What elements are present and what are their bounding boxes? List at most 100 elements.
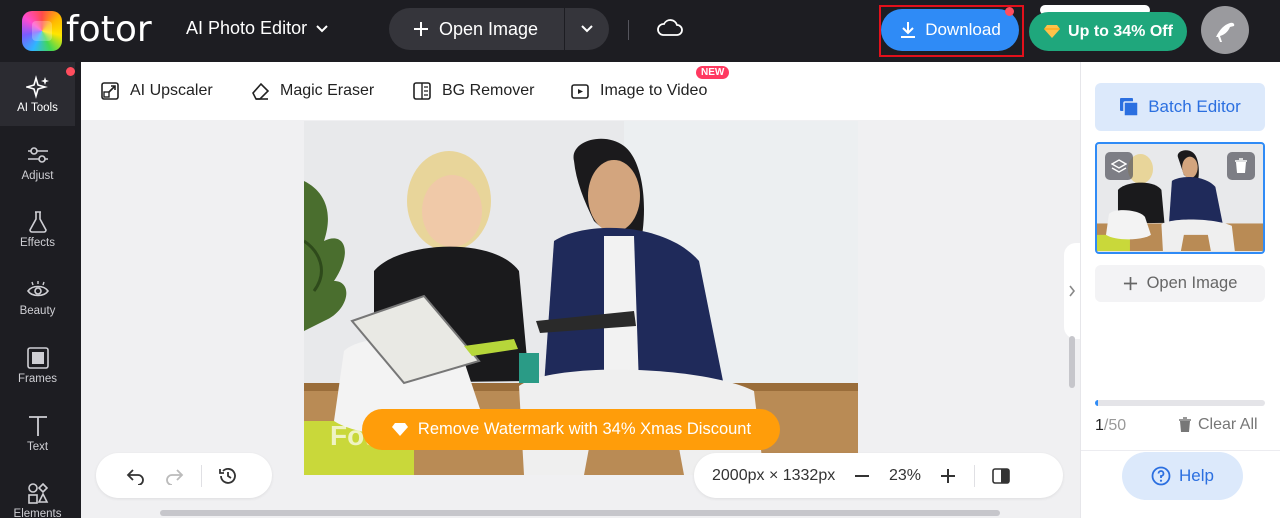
clear-all-button[interactable]: Clear All xyxy=(1178,416,1258,434)
sidebar-item-label: Frames xyxy=(18,372,57,385)
sidebar-item-label: Beauty xyxy=(19,304,56,317)
divider xyxy=(974,464,975,487)
bird-avatar-icon xyxy=(1216,22,1235,42)
notification-dot xyxy=(66,67,75,76)
sliders-icon xyxy=(27,146,48,163)
flask-icon xyxy=(28,210,47,233)
plus-icon xyxy=(941,468,955,483)
image-thumbnail[interactable] xyxy=(1095,142,1265,254)
sidebar-item-text[interactable]: Text xyxy=(0,401,75,465)
panel-collapse-button[interactable] xyxy=(1064,243,1080,339)
download-button[interactable]: Download xyxy=(881,9,1019,51)
zoom-level[interactable]: 23% xyxy=(882,467,928,485)
chevron-right-icon xyxy=(1069,285,1076,297)
clear-all-label: Clear All xyxy=(1198,416,1258,433)
trash-icon xyxy=(1235,158,1247,173)
open-image-label: Open Image xyxy=(439,18,539,39)
left-sidebar: AI Tools Adjust Effects Beauty Frames Te… xyxy=(0,62,81,518)
eraser-icon xyxy=(252,82,270,100)
sparkle-icon xyxy=(25,74,49,99)
download-icon xyxy=(901,22,916,38)
open-image-button[interactable]: Open Image xyxy=(389,8,565,50)
undo-icon xyxy=(126,468,144,485)
undo-button[interactable] xyxy=(115,456,155,496)
zoom-controls: 2000px × 1332px 23% xyxy=(694,453,1063,498)
minus-icon xyxy=(855,474,869,477)
help-button[interactable]: Help xyxy=(1122,452,1243,500)
sidebar-item-adjust[interactable]: Adjust xyxy=(0,130,75,194)
sidebar-item-effects[interactable]: Effects xyxy=(0,197,75,261)
chevron-down-icon xyxy=(581,25,593,33)
upload-progress-fill xyxy=(1095,400,1099,406)
compare-icon xyxy=(992,467,1010,484)
top-bar: fotor AI Photo Editor Open Image Downloa… xyxy=(0,0,1280,62)
help-icon xyxy=(1151,466,1171,486)
image-count-current: 1 xyxy=(1095,417,1104,434)
notification-dot xyxy=(1005,7,1014,16)
upgrade-promo-button[interactable]: Up to 34% Off xyxy=(1029,12,1187,51)
bg-remover-tool[interactable]: BG Remover xyxy=(412,81,534,101)
add-image-button[interactable]: Open Image xyxy=(1095,265,1265,302)
sidebar-item-ai-tools[interactable]: AI Tools xyxy=(0,62,75,126)
batch-icon xyxy=(1120,98,1139,117)
redo-icon xyxy=(166,468,184,485)
sidebar-item-beauty[interactable]: Beauty xyxy=(0,265,75,329)
layers-button[interactable] xyxy=(1105,152,1133,180)
tool-label: AI Upscaler xyxy=(130,82,213,99)
ai-upscaler-tool[interactable]: AI Upscaler xyxy=(100,81,213,101)
history-button[interactable] xyxy=(208,456,248,496)
redo-button[interactable] xyxy=(155,456,195,496)
bg-remove-icon xyxy=(413,82,431,100)
open-image-dropdown[interactable] xyxy=(565,8,609,50)
open-image-group: Open Image xyxy=(389,8,609,50)
quick-tools-bar: AI Upscaler Magic Eraser BG Remover Imag… xyxy=(81,62,1080,120)
zoom-out-button[interactable] xyxy=(842,456,882,496)
magic-eraser-tool[interactable]: Magic Eraser xyxy=(250,81,374,101)
remove-watermark-button[interactable]: Remove Watermark with 34% Xmas Discount xyxy=(362,409,780,450)
vertical-scrollbar[interactable] xyxy=(1069,336,1075,388)
image-count-total: /50 xyxy=(1103,417,1127,434)
chevron-down-icon xyxy=(316,24,328,32)
sidebar-item-label: Effects xyxy=(20,236,55,249)
editor-mode-label: AI Photo Editor xyxy=(186,18,308,38)
diamond-icon xyxy=(391,423,408,436)
divider xyxy=(628,20,629,40)
fotor-logo-icon[interactable] xyxy=(22,11,62,51)
eye-icon xyxy=(26,280,49,296)
divider xyxy=(1081,450,1280,451)
upload-progress-bar xyxy=(1095,400,1265,406)
sidebar-item-frames[interactable]: Frames xyxy=(0,333,75,397)
sidebar-item-label: Adjust xyxy=(21,169,54,182)
editor-mode-dropdown[interactable]: AI Photo Editor xyxy=(186,18,329,39)
plus-icon xyxy=(414,22,428,36)
batch-editor-button[interactable]: Batch Editor xyxy=(1095,83,1265,131)
brand-name[interactable]: fotor xyxy=(66,9,152,51)
sidebar-item-label: Elements xyxy=(13,507,62,518)
image-to-video-tool[interactable]: Image to Video xyxy=(570,81,707,101)
add-image-label: Open Image xyxy=(1146,274,1238,292)
history-controls xyxy=(96,453,272,498)
horizontal-scrollbar[interactable] xyxy=(160,510,1000,516)
video-icon xyxy=(571,84,589,99)
tool-label: Magic Eraser xyxy=(280,82,375,99)
delete-image-button[interactable] xyxy=(1227,152,1255,180)
tool-label: BG Remover xyxy=(442,82,535,99)
help-label: Help xyxy=(1179,466,1214,485)
image-count: 1/50 xyxy=(1095,417,1126,435)
zoom-in-button[interactable] xyxy=(928,456,968,496)
plus-icon xyxy=(1123,276,1137,291)
avatar[interactable] xyxy=(1201,6,1249,54)
text-icon xyxy=(28,415,47,436)
new-badge: NEW xyxy=(696,66,730,79)
tool-label: Image to Video xyxy=(600,82,708,99)
sidebar-item-label: Text xyxy=(26,440,49,453)
image-dimensions: 2000px × 1332px xyxy=(712,466,836,484)
frame-icon xyxy=(26,346,49,369)
divider xyxy=(201,464,202,487)
batch-editor-label: Batch Editor xyxy=(1148,97,1241,116)
compare-button[interactable] xyxy=(981,456,1021,496)
cloud-icon[interactable] xyxy=(656,16,684,38)
promo-label: Up to 34% Off xyxy=(1068,22,1173,40)
diamond-icon xyxy=(1044,25,1061,38)
sidebar-item-elements[interactable]: Elements xyxy=(0,468,75,518)
